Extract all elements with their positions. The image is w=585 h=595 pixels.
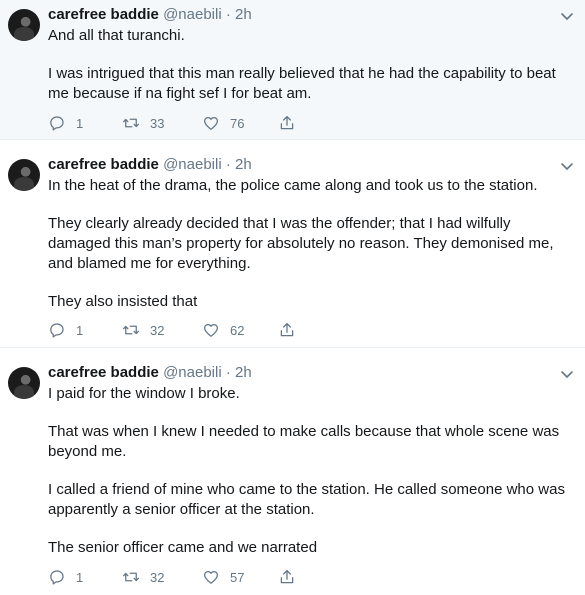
heart-icon <box>203 323 219 337</box>
like-count: 62 <box>230 322 245 338</box>
tweet[interactable]: carefree baddie @naebili · 2h In the hea… <box>0 140 585 348</box>
tweet[interactable]: carefree baddie @naebili · 2h And all th… <box>0 0 585 140</box>
tweet-text: I paid for the window I broke. That was … <box>48 384 573 558</box>
tweet-paragraph: They also insisted that <box>48 293 198 310</box>
tweet-paragraph: I called a friend of mine who came to th… <box>48 481 565 518</box>
share-icon <box>280 115 294 130</box>
user-handle[interactable]: @naebili <box>163 6 222 23</box>
like-count: 57 <box>230 569 245 585</box>
tweet-header: carefree baddie @naebili · 2h <box>48 5 252 25</box>
chevron-down-icon[interactable] <box>559 366 575 382</box>
retweet-button[interactable]: 32 <box>122 320 164 340</box>
avatar[interactable] <box>8 367 40 399</box>
retweet-count: 33 <box>150 115 165 131</box>
like-button[interactable]: 76 <box>202 113 244 133</box>
tweet-paragraph: I paid for the window I broke. <box>48 385 240 402</box>
retweet-icon <box>123 572 139 582</box>
reply-count: 1 <box>76 115 84 131</box>
avatar[interactable] <box>8 9 40 41</box>
reply-button[interactable]: 1 <box>48 567 83 587</box>
reply-count: 1 <box>76 322 84 338</box>
share-button[interactable] <box>278 567 296 587</box>
tweet-paragraph: And all that turanchi. <box>48 27 185 44</box>
display-name[interactable]: carefree baddie <box>48 364 159 381</box>
like-button[interactable]: 57 <box>202 567 244 587</box>
timestamp[interactable]: 2h <box>235 6 252 23</box>
tweet-header: carefree baddie @naebili · 2h <box>48 155 252 175</box>
retweet-icon <box>123 118 139 128</box>
heart-icon <box>203 570 219 584</box>
tweet[interactable]: carefree baddie @naebili · 2h I paid for… <box>0 348 585 595</box>
tweet-paragraph: I was intrigued that this man really bel… <box>48 65 556 102</box>
chevron-down-icon[interactable] <box>559 158 575 174</box>
tweet-feed: carefree baddie @naebili · 2h And all th… <box>0 0 585 595</box>
tweet-text: In the heat of the drama, the police cam… <box>48 176 573 312</box>
timestamp[interactable]: 2h <box>235 364 252 381</box>
reply-icon <box>50 116 64 131</box>
chevron-down-icon[interactable] <box>559 8 575 24</box>
separator-dot: · <box>225 6 231 23</box>
retweet-count: 32 <box>150 322 165 338</box>
reply-button[interactable]: 1 <box>48 113 83 133</box>
display-name[interactable]: carefree baddie <box>48 156 159 173</box>
retweet-button[interactable]: 33 <box>122 113 164 133</box>
tweet-paragraph: That was when I knew I needed to make ca… <box>48 423 560 460</box>
user-handle[interactable]: @naebili <box>163 364 222 381</box>
tweet-paragraph: The senior officer came and we narrated <box>48 539 318 556</box>
tweet-paragraph: They clearly already decided that I was … <box>48 215 554 272</box>
display-name[interactable]: carefree baddie <box>48 6 159 23</box>
reply-count: 1 <box>76 569 84 585</box>
retweet-icon <box>123 325 139 335</box>
tweet-header: carefree baddie @naebili · 2h <box>48 363 252 383</box>
heart-icon <box>203 116 219 130</box>
like-count: 76 <box>230 115 245 131</box>
retweet-button[interactable]: 32 <box>122 567 164 587</box>
reply-icon <box>50 323 64 338</box>
share-icon <box>280 322 294 337</box>
reply-icon <box>50 570 64 585</box>
like-button[interactable]: 62 <box>202 320 244 340</box>
avatar[interactable] <box>8 159 40 191</box>
separator-dot: · <box>225 364 231 381</box>
separator-dot: · <box>225 156 231 173</box>
reply-button[interactable]: 1 <box>48 320 83 340</box>
share-button[interactable] <box>278 113 296 133</box>
retweet-count: 32 <box>150 569 165 585</box>
tweet-text: And all that turanchi. I was intrigued t… <box>48 26 573 104</box>
share-button[interactable] <box>278 320 296 340</box>
share-icon <box>280 569 294 584</box>
tweet-paragraph: In the heat of the drama, the police cam… <box>48 177 538 194</box>
timestamp[interactable]: 2h <box>235 156 252 173</box>
user-handle[interactable]: @naebili <box>163 156 222 173</box>
